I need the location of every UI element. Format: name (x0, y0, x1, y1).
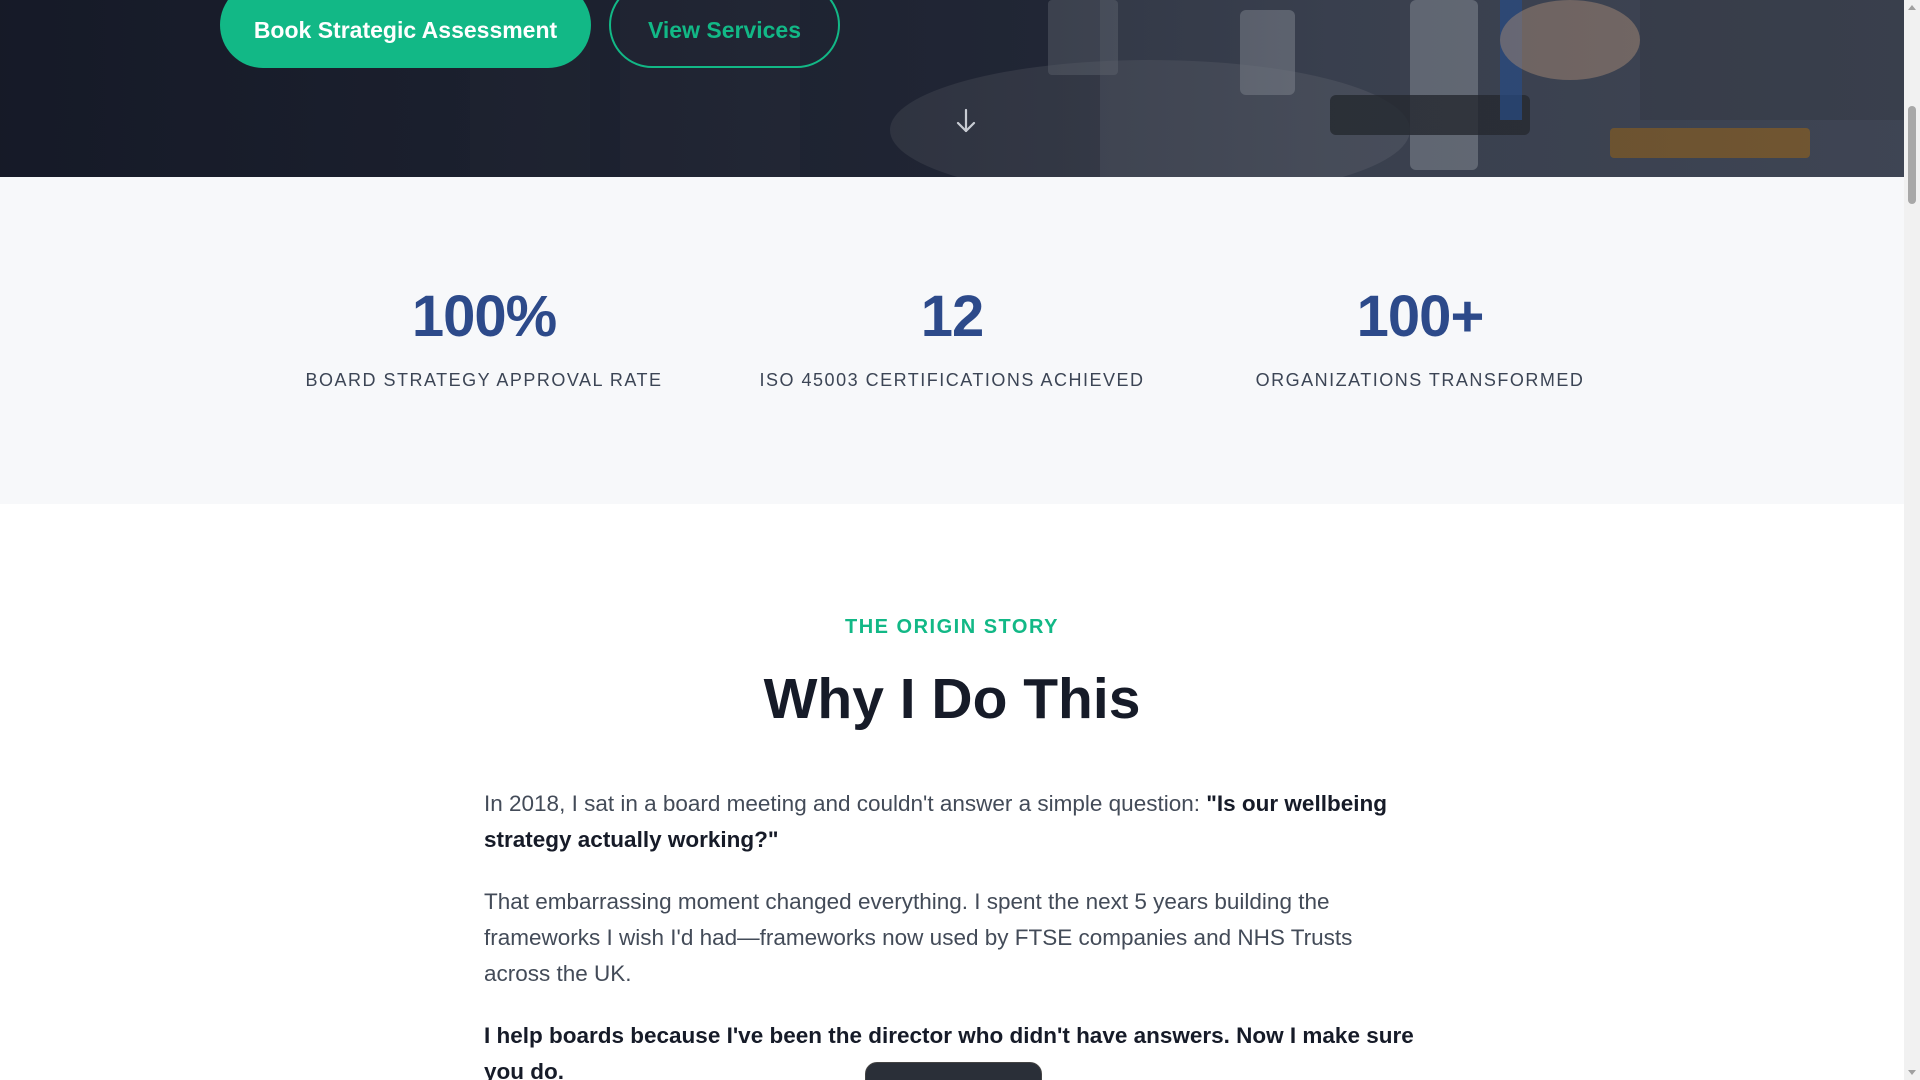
hero-section: Book Strategic Assessment View Services (0, 0, 1904, 177)
stat-value: 100% (411, 284, 557, 349)
scroll-up-arrow-icon[interactable] (1904, 0, 1920, 16)
vertical-scrollbar[interactable] (1904, 0, 1920, 1080)
stat-approval-rate: 100% BOARD STRATEGY APPROVAL RATE (274, 285, 694, 391)
arrow-down-icon[interactable] (953, 106, 979, 136)
section-eyebrow: THE ORIGIN STORY (844, 616, 1060, 638)
floating-toolbar[interactable] (865, 1062, 1042, 1080)
scroll-down-arrow-icon[interactable] (1904, 1064, 1920, 1080)
stats-section: 100% BOARD STRATEGY APPROVAL RATE 12 ISO… (0, 177, 1904, 504)
stat-value: 100+ (1356, 284, 1485, 349)
stat-organizations: 100+ ORGANIZATIONS TRANSFORMED (1210, 285, 1630, 391)
scrollbar-thumb[interactable] (1908, 106, 1916, 204)
stat-label: ISO 45003 CERTIFICATIONS ACHIEVED (759, 370, 1145, 390)
view-services-button[interactable]: View Services (609, 0, 840, 68)
stat-value: 12 (920, 284, 985, 349)
stat-label: BOARD STRATEGY APPROVAL RATE (305, 370, 663, 390)
story-paragraph-2: That embarrassing moment changed everyth… (484, 889, 1353, 986)
story-paragraph-1-lead: In 2018, I sat in a board meeting and co… (484, 791, 1207, 816)
story-paragraph-1: In 2018, I sat in a board meeting and co… (484, 786, 1424, 858)
origin-story-text: In 2018, I sat in a board meeting and co… (484, 786, 1424, 1080)
stat-certifications: 12 ISO 45003 CERTIFICATIONS ACHIEVED (742, 285, 1162, 391)
book-strategic-assessment-button[interactable]: Book Strategic Assessment (220, 0, 591, 68)
stat-label: ORGANIZATIONS TRANSFORMED (1255, 370, 1585, 390)
page: Book Strategic Assessment View Services … (0, 0, 1904, 1080)
section-title: Why I Do This (763, 667, 1141, 731)
